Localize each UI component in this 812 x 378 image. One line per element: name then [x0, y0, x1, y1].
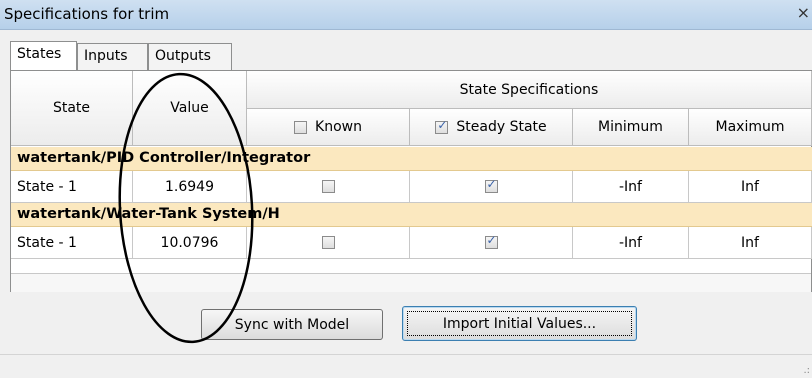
column-group-label: State Specifications [459, 81, 599, 98]
steady-state-cell: ✓ [410, 227, 573, 259]
check-icon: ✓ [437, 117, 448, 132]
column-header-minimum[interactable]: Minimum [573, 109, 689, 146]
column-header-maximum[interactable]: Maximum [689, 109, 812, 146]
block-row: watertank/Water-Tank System/H [11, 203, 812, 227]
known-header-checkbox[interactable] [294, 120, 308, 134]
states-panel: State Value State Specifications Known ✓… [10, 70, 812, 292]
tab-label: States [17, 46, 62, 62]
horizontal-scrollbar[interactable] [11, 273, 811, 292]
tab-label: Inputs [84, 48, 128, 64]
column-header-label: Known [315, 119, 362, 135]
tab-outputs[interactable]: Outputs [148, 43, 232, 70]
minimum-cell[interactable]: -Inf [573, 227, 689, 259]
status-bar: .: [0, 354, 812, 378]
window-title: Specifications for trim [4, 5, 170, 23]
title-bar: Specifications for trim × [0, 0, 812, 30]
known-checkbox[interactable] [321, 236, 335, 249]
column-header-known[interactable]: Known [247, 109, 410, 146]
column-header-label: Value [170, 100, 209, 116]
tab-label: Outputs [155, 48, 211, 64]
resize-grip-icon[interactable]: .: [803, 365, 810, 376]
known-cell [247, 171, 410, 203]
close-icon[interactable]: × [797, 3, 810, 22]
button-label: Sync with Model [234, 316, 350, 333]
column-header-steady-state[interactable]: ✓ Steady State [410, 109, 573, 146]
maximum-cell[interactable]: Inf [689, 171, 812, 203]
state-cell: State - 1 [11, 171, 133, 203]
focus-ring [407, 311, 632, 336]
state-cell: State - 1 [11, 227, 133, 259]
column-header-label: Steady State [456, 119, 547, 135]
known-cell [247, 227, 410, 259]
import-initial-values-button[interactable]: Import Initial Values... [402, 306, 637, 341]
check-icon: ✓ [486, 233, 497, 247]
tab-states[interactable]: States [10, 41, 77, 70]
check-icon: ✓ [486, 177, 497, 191]
block-row: watertank/PID Controller/Integrator [11, 147, 812, 171]
column-header-label: State [52, 100, 91, 116]
minimum-cell[interactable]: -Inf [573, 171, 689, 203]
steady-state-cell: ✓ [410, 171, 573, 203]
sync-with-model-button[interactable]: Sync with Model [201, 309, 383, 340]
steady-state-header-checkbox[interactable]: ✓ [435, 117, 449, 134]
column-header-label: Minimum [598, 119, 663, 135]
column-header-value[interactable]: Value [133, 71, 247, 146]
value-cell[interactable]: 10.0796 [133, 227, 247, 259]
steady-state-checkbox[interactable]: ✓ [484, 233, 498, 249]
column-group-state-specifications: State Specifications [247, 71, 812, 109]
column-header-state[interactable]: State [11, 71, 133, 146]
block-name: watertank/PID Controller/Integrator [17, 150, 311, 166]
known-checkbox[interactable] [321, 180, 335, 193]
maximum-cell[interactable]: Inf [689, 227, 812, 259]
value-cell[interactable]: 1.6949 [133, 171, 247, 203]
block-name: watertank/Water-Tank System/H [17, 206, 280, 222]
tab-inputs[interactable]: Inputs [77, 43, 148, 70]
steady-state-checkbox[interactable]: ✓ [484, 177, 498, 193]
column-header-label: Maximum [715, 119, 785, 135]
